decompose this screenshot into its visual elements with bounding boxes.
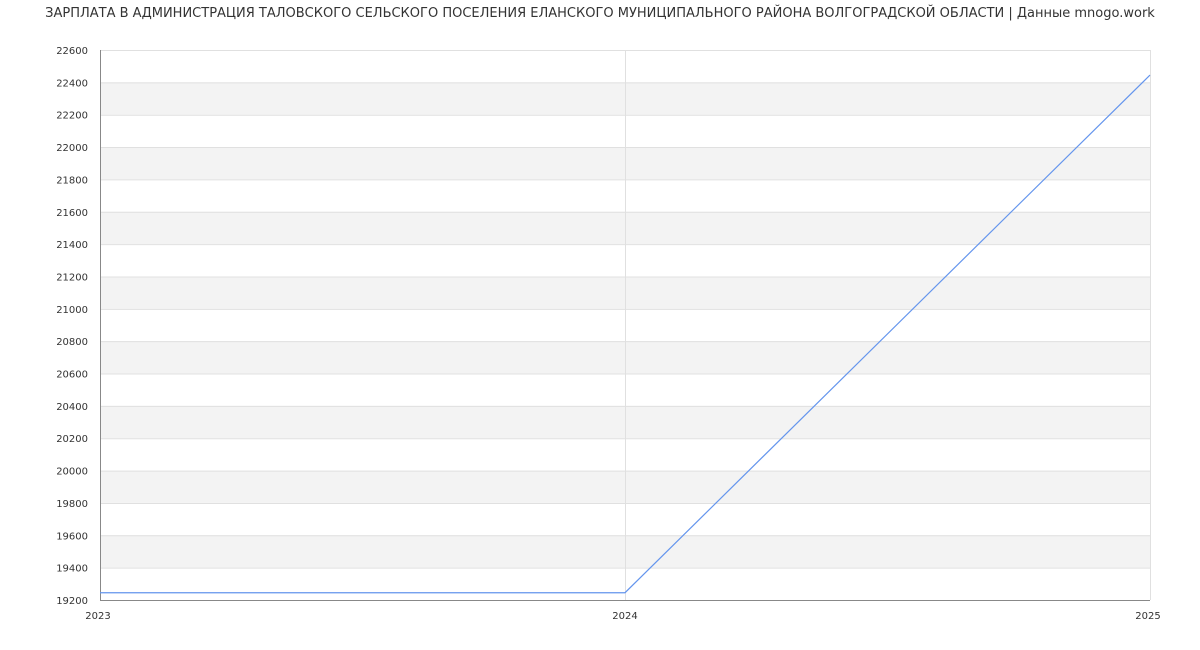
x-tick-label: 2023 (85, 611, 110, 622)
y-tick-label: 21400 (56, 240, 88, 251)
y-tick-label: 19400 (56, 564, 88, 575)
y-tick-label: 22200 (56, 111, 88, 122)
chart-root: ЗАРПЛАТА В АДМИНИСТРАЦИЯ ТАЛОВСКОГО СЕЛЬ… (0, 0, 1200, 650)
y-tick-label: 22000 (56, 143, 88, 154)
y-tick-label: 20200 (56, 434, 88, 445)
y-tick-label: 21800 (56, 175, 88, 186)
y-tick-label: 21000 (56, 305, 88, 316)
x-tick-label: 2024 (612, 611, 637, 622)
y-tick-label: 20800 (56, 337, 88, 348)
y-tick-label: 19200 (56, 596, 88, 607)
y-tick-label: 22400 (56, 78, 88, 89)
y-tick-label: 21600 (56, 208, 88, 219)
y-tick-label: 19600 (56, 531, 88, 542)
y-tick-label: 22600 (56, 46, 88, 57)
y-tick-label: 20400 (56, 402, 88, 413)
y-tick-label: 20600 (56, 370, 88, 381)
y-tick-label: 19800 (56, 499, 88, 510)
line-chart: 19200 19400 19600 19800 20000 20200 20400 20600… (56, 46, 1161, 622)
x-tick-label: 2025 (1135, 611, 1160, 622)
y-tick-label: 21200 (56, 272, 88, 283)
y-tick-label: 20000 (56, 467, 88, 478)
